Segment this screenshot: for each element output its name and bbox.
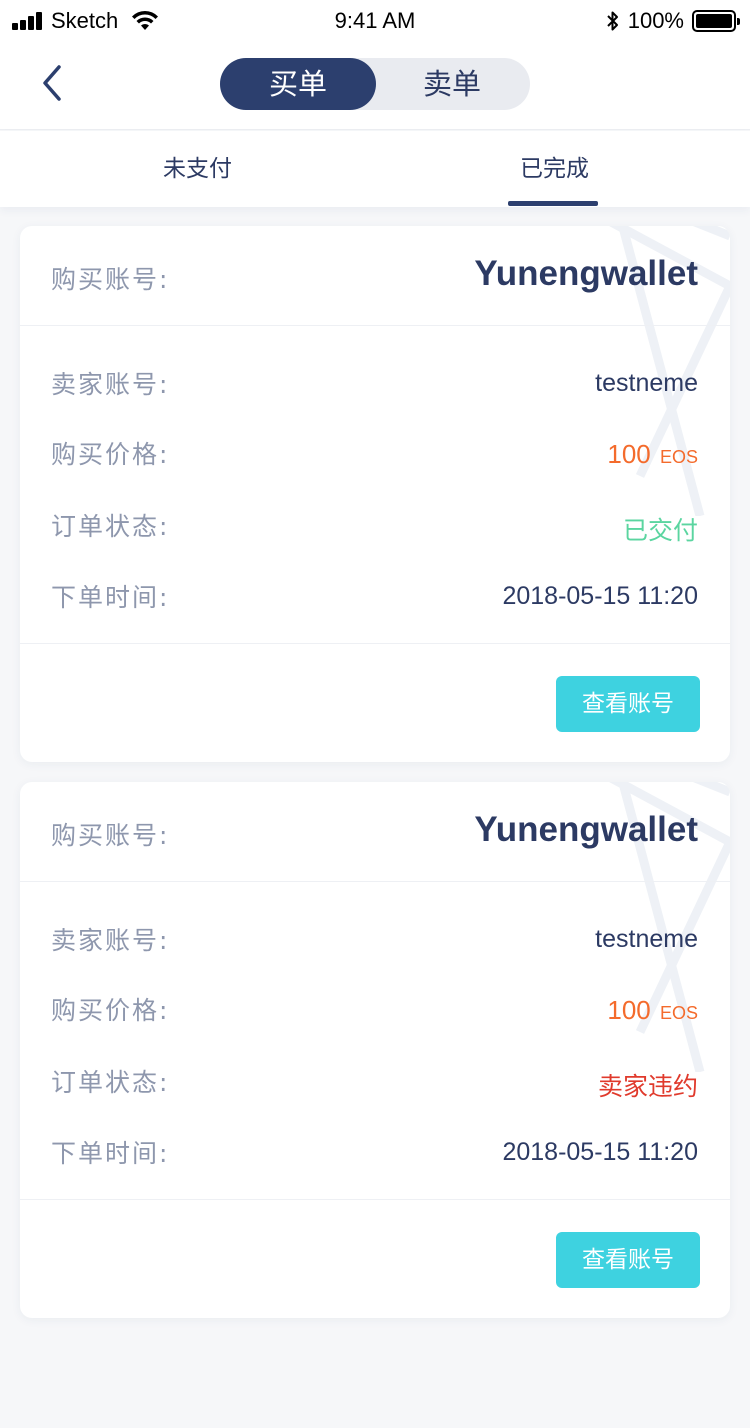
view-account-button[interactable]: 查看账号 — [556, 676, 700, 732]
order-status-label: 订单状态: — [51, 1068, 170, 1097]
price-value: 100 EOS — [607, 995, 698, 1026]
order-status-value: 卖家违约 — [597, 1072, 698, 1101]
status-row: 订单状态: 已交付 — [20, 507, 730, 547]
segment-sell-orders[interactable]: 卖单 — [374, 58, 530, 110]
order-time-value: 2018-05-15 11:20 — [502, 582, 698, 610]
carrier-name: Sketch — [51, 8, 119, 33]
price-row: 购买价格: 100 EOS — [20, 991, 730, 1031]
buyer-account-label: 购买账号: — [51, 265, 170, 294]
tab-unpaid[interactable]: 未支付 — [10, 131, 385, 207]
status-right: 100% — [606, 8, 740, 34]
price-amount: 100 — [607, 995, 651, 1025]
seller-account-value: testneme — [595, 925, 698, 953]
bluetooth-icon — [607, 11, 618, 31]
order-type-segment: 卖单 买单 — [220, 58, 530, 110]
buyer-account-value: Yunengwallet — [474, 254, 698, 293]
wifi-icon — [132, 10, 159, 30]
price-row: 购买价格: 100 EOS — [20, 435, 730, 475]
battery-percent: 100% — [627, 8, 684, 33]
seller-row: 卖家账号: testneme — [20, 921, 730, 961]
segment-buy-orders[interactable]: 买单 — [220, 58, 376, 110]
status-row: 订单状态: 卖家违约 — [20, 1063, 730, 1103]
view-account-button[interactable]: 查看账号 — [556, 1232, 700, 1288]
card-divider — [20, 1199, 730, 1200]
seller-account-label: 卖家账号: — [51, 370, 170, 399]
seller-row: 卖家账号: testneme — [20, 365, 730, 405]
buyer-account-label: 购买账号: — [51, 821, 170, 850]
time-row: 下单时间: 2018-05-15 11:20 — [20, 1134, 730, 1174]
tab-indicator — [508, 201, 598, 206]
price-amount: 100 — [607, 439, 651, 469]
price-unit: EOS — [659, 1003, 698, 1023]
seller-account-label: 卖家账号: — [51, 926, 170, 955]
seller-account-value: testneme — [595, 369, 698, 397]
price-label: 购买价格: — [51, 996, 170, 1025]
status-tabs: 未支付 已完成 — [0, 131, 750, 207]
back-icon — [43, 65, 61, 101]
back-button[interactable] — [26, 58, 76, 108]
status-left: Sketch — [12, 8, 160, 34]
order-card: 购买账号: Yunengwallet 卖家账号: testneme 购买价格: … — [20, 226, 730, 762]
order-card: 购买账号: Yunengwallet 卖家账号: testneme 购买价格: … — [20, 782, 730, 1318]
nav-bar: 卖单 买单 — [0, 40, 750, 130]
signal-icon — [12, 12, 44, 30]
price-value: 100 EOS — [607, 439, 698, 470]
price-unit: EOS — [659, 447, 698, 467]
status-bar: Sketch 9:41 AM 100% — [0, 0, 750, 40]
battery-icon — [692, 10, 740, 32]
card-header: 购买账号: Yunengwallet — [20, 782, 730, 882]
time-row: 下单时间: 2018-05-15 11:20 — [20, 578, 730, 618]
order-time-label: 下单时间: — [51, 1139, 170, 1168]
order-status-label: 订单状态: — [51, 512, 170, 541]
order-status-value: 已交付 — [622, 516, 698, 545]
price-label: 购买价格: — [51, 440, 170, 469]
order-time-value: 2018-05-15 11:20 — [502, 1138, 698, 1166]
buyer-account-value: Yunengwallet — [474, 810, 698, 849]
card-divider — [20, 643, 730, 644]
card-header: 购买账号: Yunengwallet — [20, 226, 730, 326]
order-time-label: 下单时间: — [51, 583, 170, 612]
tab-completed[interactable]: 已完成 — [367, 131, 742, 207]
